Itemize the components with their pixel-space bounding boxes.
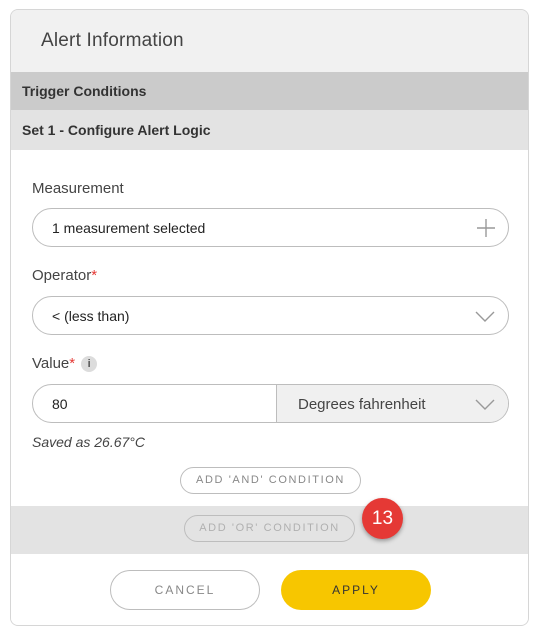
alert-panel: Alert Information Trigger Conditions Set… [10,9,529,626]
panel-title: Alert Information [41,30,184,51]
add-and-condition-button[interactable]: ADD 'AND' CONDITION [180,467,361,494]
trigger-conditions-bar[interactable]: Trigger Conditions [11,72,528,110]
measurement-label: Measurement [32,180,124,197]
saved-conversion-note: Saved as 26.67°C [32,434,146,450]
set-1-bar[interactable]: Set 1 - Configure Alert Logic [11,110,528,150]
operator-value: < (less than) [52,308,130,324]
or-condition-area: ADD 'OR' CONDITION 13 [11,498,528,554]
value-label-text: Value [32,355,70,372]
operator-label-text: Operator [32,267,92,284]
unit-select[interactable]: Degrees fahrenheit [276,385,508,422]
value-input-text: 80 [52,396,68,412]
panel-header: Alert Information [11,10,528,72]
unit-value: Degrees fahrenheit [298,396,426,413]
value-group: 80 Degrees fahrenheit [32,384,509,423]
operator-label: Operator* [32,267,97,284]
measurement-selector[interactable]: 1 measurement selected [32,208,509,247]
set-1-title: Set 1 - Configure Alert Logic [22,122,211,138]
conditions-form: Measurement 1 measurement selected Opera… [11,150,528,506]
step-number-badge: 13 [362,498,403,539]
cancel-button[interactable]: CANCEL [110,570,260,610]
chevron-down-icon [475,399,495,410]
required-asterisk: * [91,267,98,284]
required-asterisk: * [69,355,76,372]
panel-footer: CANCEL APPLY [11,554,528,625]
value-label: Value* i [32,355,98,372]
value-input[interactable]: 80 [33,385,276,422]
add-or-condition-button[interactable]: ADD 'OR' CONDITION [184,515,355,542]
info-icon[interactable]: i [81,356,98,372]
trigger-conditions-title: Trigger Conditions [22,83,147,99]
apply-button[interactable]: APPLY [281,570,431,610]
measurement-value: 1 measurement selected [52,220,206,236]
operator-select[interactable]: < (less than) [32,296,509,335]
measurement-label-text: Measurement [32,180,124,197]
plus-icon[interactable] [476,218,496,238]
chevron-down-icon [475,311,495,322]
